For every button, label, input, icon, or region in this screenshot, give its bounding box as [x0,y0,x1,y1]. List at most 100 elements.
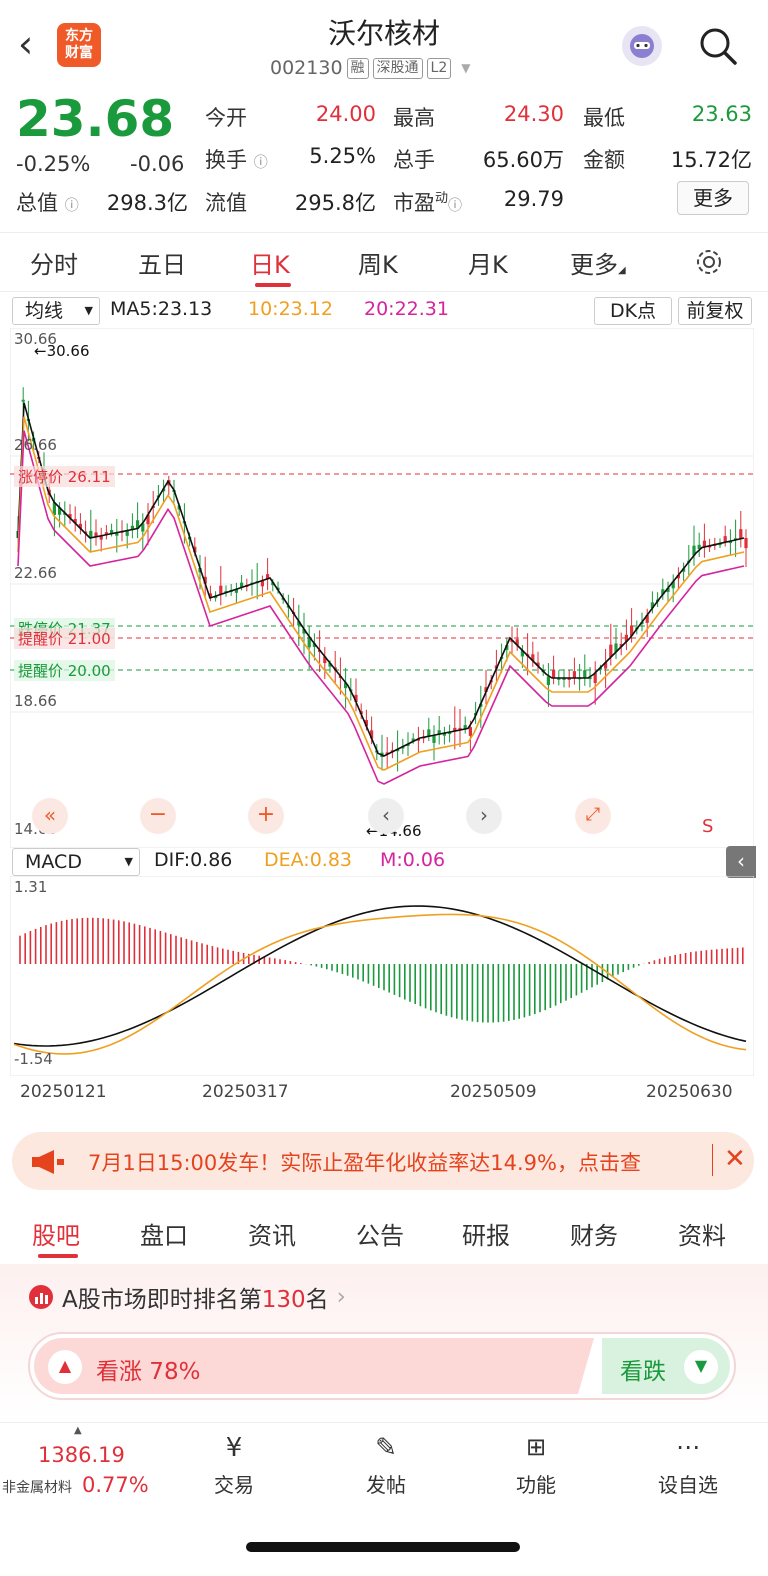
fullscreen-icon[interactable]: ⤢ [575,798,611,834]
macd-bar: MACD ▼ DIF:0.86 DEA:0.83 M:0.06 ‹ [10,846,756,878]
remind-price-1: 提醒价 21.00 [14,628,115,649]
adjust-button[interactable]: 前复权 [678,297,752,325]
yen-icon: ¥ [225,1433,243,1463]
float-label: 流值 [205,191,247,215]
tag-connect: 深股通 [372,57,423,79]
tab-timeshare[interactable]: 分时 [30,245,78,280]
nav-functions[interactable]: ⊞ 功能 [486,1433,586,1498]
tab-five-day[interactable]: 五日 [138,245,186,280]
tab-research[interactable]: 研报 [462,1216,510,1251]
megaphone-icon [32,1150,64,1174]
date-axis: 20250121 20250317 20250509 20250630 [10,1078,754,1118]
stock-code: 002130 [270,57,343,79]
promo-banner[interactable]: 7月1日15:00发车！实际止盈年化收益率达14.9%，点击查 ✕ [12,1132,754,1190]
tab-weekly-k[interactable]: 周K [358,245,398,280]
mcap-value: 298.3亿 [106,191,188,215]
active-tab-underline [38,1254,78,1258]
macd-chart[interactable]: 1.31 -1.54 [10,876,754,1076]
tab-news[interactable]: 资讯 [248,1216,296,1251]
tab-pankou[interactable]: 盘口 [140,1216,188,1251]
tab-profile[interactable]: 资料 [678,1216,726,1251]
collapse-icon[interactable]: ‹ [726,846,756,878]
bottom-nav: ▲ 1386.19 非金属材料 0.77% ¥ 交易 ✎ 发帖 ⊞ 功能 ⋯ 设… [0,1422,768,1522]
amount-label: 金额 [583,148,625,172]
header: ‹ 东方 财富 沃尔核材 002130 融 深股通 L2 ▼ [0,0,768,88]
low-label: 最低 [583,106,625,130]
date-label-1: 20250121 [20,1082,107,1102]
up-arrow-icon[interactable]: ▲ [48,1350,82,1384]
pe-label: 市盈动ⓘ [393,191,463,215]
tab-finance[interactable]: 财务 [570,1216,618,1251]
tab-monthly-k[interactable]: 月K [468,245,508,280]
chevron-down-icon[interactable]: ▼ [461,61,470,75]
scroll-left-icon[interactable]: « [32,798,68,834]
more-button[interactable]: 更多 [677,181,749,215]
tag-l2: L2 [426,57,452,79]
turnover-value: 5.25% [309,144,376,168]
y-label-2: 26.66 [14,436,57,454]
down-arrow-icon[interactable]: ▼ [684,1350,718,1384]
signal-s: S [702,816,714,837]
ma20-label: 20:22.31 [364,298,449,320]
change-pct: -0.25% [16,152,91,176]
gear-icon[interactable] [694,247,724,277]
nav-trade[interactable]: ¥ 交易 [184,1433,284,1498]
stock-code-line: 002130 融 深股通 L2 ▼ [270,57,470,79]
caret-up-icon: ▲ [74,1425,82,1436]
turnover-label: 换手 ⓘ [205,148,268,172]
change-value: -0.06 [130,152,185,176]
ma5-label: MA5:23.13 [110,298,213,320]
prev-icon[interactable]: ‹ [368,798,404,834]
mcap-label: 总值 ⓘ [16,191,79,215]
more-dots-icon: ⋯ [676,1433,700,1461]
candle-body [739,529,743,539]
ma-select[interactable]: 均线 ▼ [12,297,100,325]
rank-number: 130 [261,1287,306,1313]
high-value: 24.30 [503,102,564,126]
ma10-label: 10:23.12 [248,298,333,320]
chart-icon [29,1285,53,1309]
high-label: 最高 [393,106,435,130]
vote-down-label: 看跌 [620,1359,666,1385]
nav-post[interactable]: ✎ 发帖 [336,1433,436,1498]
rank-suffix: 名 [305,1287,329,1313]
market-rank[interactable]: A股市场即时排名第130名 › [28,1280,346,1314]
index-name: 非金属材料 [2,1480,72,1496]
candle-body [432,735,436,743]
tab-guba[interactable]: 股吧 [32,1216,80,1251]
kline-chart[interactable]: 30.66 26.66 22.66 18.66 14.66 ←30.66 ←14… [10,328,754,848]
active-tab-underline [255,283,291,287]
candle-body [583,670,587,678]
vote-up-label: 看涨 78% [96,1359,201,1385]
tab-announcement[interactable]: 公告 [356,1216,404,1251]
index-pct: 0.77% [82,1473,149,1497]
tab-daily-k[interactable]: 日K [250,245,290,280]
date-label-4: 20250630 [646,1082,733,1102]
macd-top-label: 1.31 [14,878,48,896]
search-icon[interactable] [698,26,738,66]
dk-point-button[interactable]: DK点 [594,297,672,325]
grid-icon: ⊞ [525,1433,547,1461]
y-label-3: 22.66 [14,564,57,582]
edit-icon: ✎ [375,1433,397,1463]
tab-more[interactable]: 更多◢ [570,245,626,280]
y-label-4: 18.66 [14,692,57,710]
macd-select[interactable]: MACD ▼ [12,848,140,876]
zoom-in-icon[interactable]: + [248,798,284,834]
close-icon[interactable]: ✕ [724,1144,746,1174]
nav-watchlist[interactable]: ⋯ 设自选 [638,1433,738,1498]
candle-body [546,676,550,686]
robot-avatar-icon[interactable] [622,26,662,66]
limit-up-label: 涨停价 26.11 [14,466,115,487]
vote-bar: ▲ 看涨 78% 看跌 ▼ [28,1332,736,1400]
promo-divider [712,1144,713,1176]
candle-body [552,669,556,678]
date-label-3: 20250509 [450,1082,537,1102]
low-value: 23.63 [691,102,752,126]
zoom-out-icon[interactable]: − [140,798,176,834]
candle-body [219,585,223,595]
m-label: M:0.06 [380,849,446,871]
index-value[interactable]: 1386.19 [38,1443,125,1467]
next-icon[interactable]: › [466,798,502,834]
rank-prefix: A股市场即时排名第 [62,1287,262,1313]
